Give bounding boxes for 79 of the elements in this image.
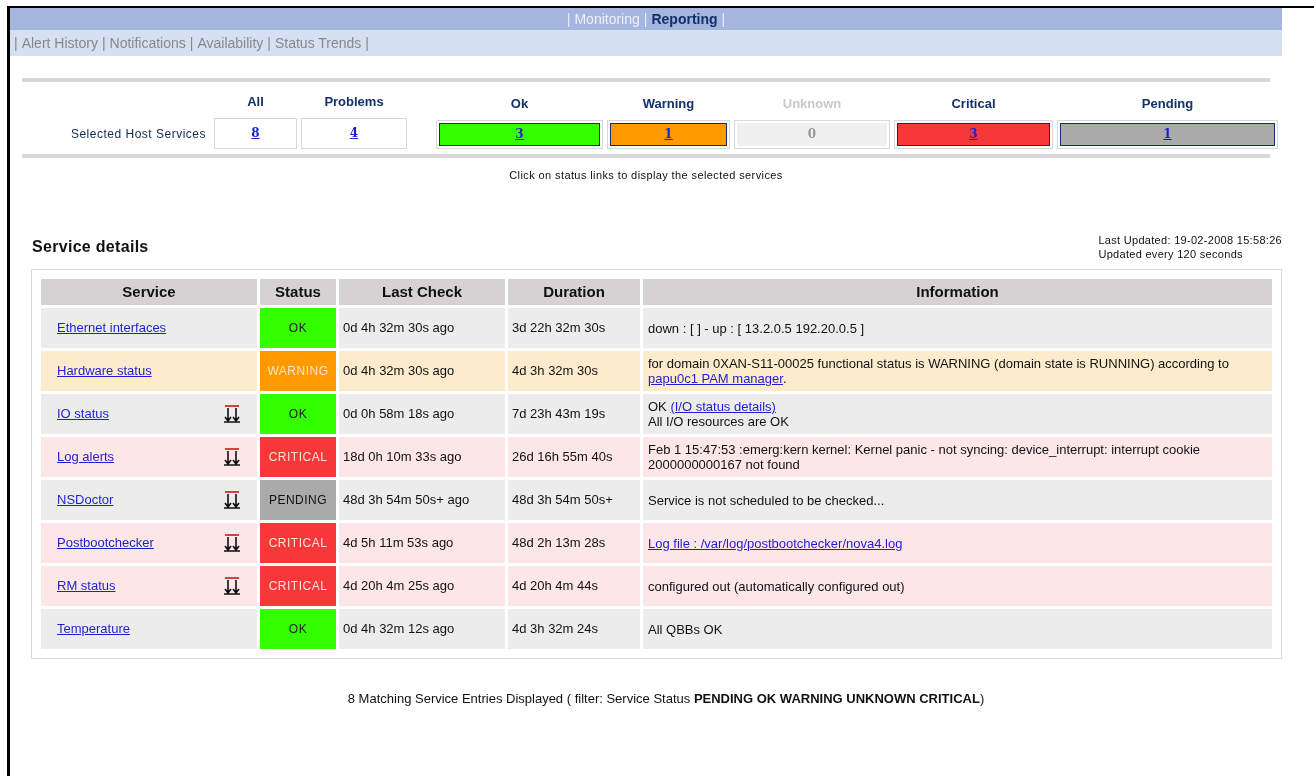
menu-separator: | <box>643 9 648 29</box>
last-check-cell: 0d 4h 32m 12s ago <box>339 609 505 649</box>
last-updated-text: Last Updated: 19-02-2008 15:58:26 <box>1098 233 1282 247</box>
status-cell: WARNING <box>260 351 336 391</box>
last-check-cell: 4d 5h 11m 53s ago <box>339 523 505 563</box>
menu-separator: | <box>721 9 726 29</box>
menu-separator: | <box>365 33 369 53</box>
status-cell: PENDING <box>260 480 336 520</box>
column-header: Information <box>643 279 1272 305</box>
count-link[interactable]: 8 <box>251 124 260 142</box>
menu-tab[interactable]: Reporting <box>651 8 718 30</box>
menu-separator: | <box>14 33 18 53</box>
status-heading: Pending <box>1141 95 1194 113</box>
service-link[interactable]: RM status <box>57 576 116 596</box>
last-check-cell: 18d 0h 10m 33s ago <box>339 437 505 477</box>
last-check-cell: 0d 4h 32m 30s ago <box>339 351 505 391</box>
menu-separator: | <box>101 33 106 53</box>
update-interval-text: Updated every 120 seconds <box>1098 247 1244 261</box>
duration-cell: 7d 23h 43m 19s <box>508 394 640 434</box>
information-text: down : [ ] - up : [ 13.2.0.5 192.20.0.5 ] <box>648 320 866 336</box>
duration-cell: 4d 3h 32m 24s <box>508 609 640 649</box>
last-check-cell: 0d 0h 58m 18s ago <box>339 394 505 434</box>
duration-cell: 26d 16h 55m 40s <box>508 437 640 477</box>
status-cell: OK <box>260 394 336 434</box>
filter-summary-text: 8 Matching Service Entries Displayed ( filter: Service Status PENDING OK WARNING UNKNOWN CRITICAL) <box>347 690 985 708</box>
duration-cell: 4d 3h 32m 30s <box>508 351 640 391</box>
information-text: configured out (automatically configured out) <box>648 578 906 594</box>
status-cell: OK <box>260 609 336 649</box>
easy-arrows-icon <box>223 576 241 596</box>
row-label: Selected Host Services <box>70 126 206 143</box>
column-header: Duration <box>508 279 640 305</box>
section-title: Service details <box>32 237 149 257</box>
status-heading: Problems <box>324 93 384 111</box>
status-cell: CRITICAL <box>260 566 336 606</box>
information-text: Feb 1 15:47:53 :emerg:kern kernel: Kernel panic - not syncing: device_interrupt: interrupt cookie 2000000000167 not found <box>648 442 1202 472</box>
service-link[interactable]: Log alerts <box>57 447 115 467</box>
count-text: 0 <box>807 126 817 143</box>
hint-text: Click on status links to display the selected services <box>509 167 783 183</box>
information-text: All QBBs OK <box>648 621 724 637</box>
duration-cell: 48d 3h 54m 50s+ <box>508 480 640 520</box>
service-link[interactable]: Ethernet interfaces <box>57 318 167 338</box>
easy-arrows-icon <box>223 404 241 424</box>
information-link[interactable]: papu0c1 PAM manager <box>648 371 783 386</box>
information-link[interactable]: (I/O status details) <box>670 399 776 414</box>
last-check-cell: 4d 20h 4m 25s ago <box>339 566 505 606</box>
easy-arrows-icon <box>223 447 241 467</box>
duration-cell: 3d 22h 32m 30s <box>508 308 640 348</box>
menu-separator: | <box>566 9 571 29</box>
count-link[interactable]: 1 <box>1163 125 1172 143</box>
status-heading: Critical <box>951 95 996 113</box>
service-link[interactable]: Temperature <box>57 619 130 639</box>
count-link[interactable]: 1 <box>664 125 673 143</box>
last-check-cell: 0d 4h 32m 30s ago <box>339 308 505 348</box>
service-link[interactable]: Postbootchecker <box>57 533 154 553</box>
status-cell: OK <box>260 308 336 348</box>
duration-cell: 48d 2h 13m 28s <box>508 523 640 563</box>
count-link[interactable]: 3 <box>515 125 524 143</box>
information-text: Service is not scheduled to be checked... <box>648 492 886 508</box>
easy-arrows-icon <box>223 490 241 510</box>
service-link[interactable]: NSDoctor <box>57 490 114 510</box>
count-link[interactable]: 4 <box>349 124 359 142</box>
menu-separator: | <box>267 33 271 53</box>
information-text: for domain 0XAN-S11-00025 functional status is WARNING (domain state is RUNNING) according to papu0c1 PAM manager. <box>648 356 1230 386</box>
easy-arrows-icon <box>223 533 241 553</box>
column-header: Service <box>41 279 257 305</box>
duration-cell: 4d 20h 4m 44s <box>508 566 640 606</box>
information-link[interactable]: Log file : /var/log/postbootchecker/nova4.log <box>648 535 903 551</box>
column-header: Status <box>260 279 336 305</box>
column-header: Last Check <box>339 279 505 305</box>
menu-separator: | <box>189 33 194 53</box>
status-heading: Warning <box>642 95 695 113</box>
status-heading: All <box>247 93 264 111</box>
status-cell: CRITICAL <box>260 523 336 563</box>
last-check-cell: 48d 3h 54m 50s+ ago <box>339 480 505 520</box>
status-heading: Ok <box>510 95 529 113</box>
information-text: OK (I/O status details) All I/O resources are OK <box>648 399 790 429</box>
status-cell: CRITICAL <box>260 437 336 477</box>
service-link[interactable]: IO status <box>57 404 110 424</box>
service-link[interactable]: Hardware status <box>57 361 152 381</box>
